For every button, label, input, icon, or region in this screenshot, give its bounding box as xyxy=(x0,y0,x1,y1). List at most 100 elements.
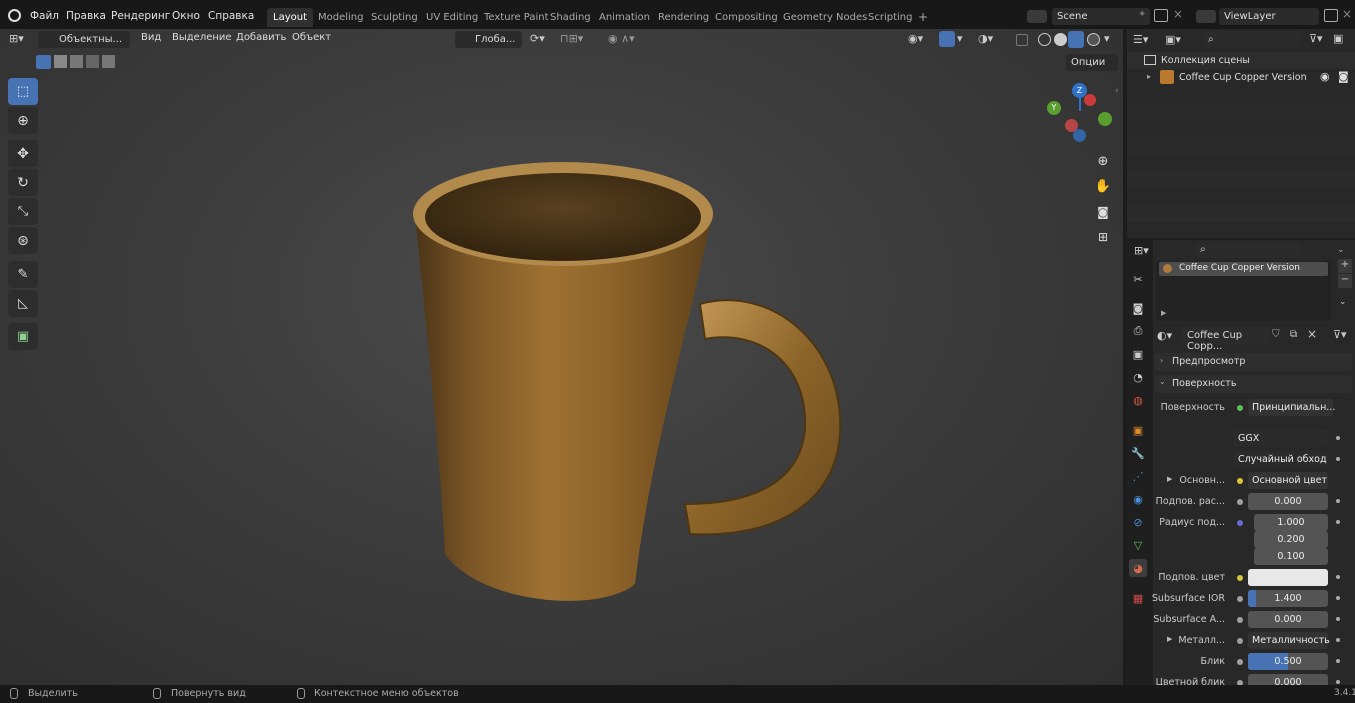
constraints-tab-icon[interactable]: ⊘ xyxy=(1129,513,1147,531)
add-cube-tool[interactable]: ▣ xyxy=(8,323,38,350)
props-options-icon[interactable]: ⌄ xyxy=(1337,245,1345,255)
output-tab-icon[interactable]: ⎙ xyxy=(1129,322,1147,340)
collection-row[interactable]: Коллекция сцены xyxy=(1127,52,1355,69)
pan-button[interactable]: ✋ xyxy=(1092,175,1114,197)
world-tab-icon[interactable]: ◍ xyxy=(1129,391,1147,409)
coffee-cup-model[interactable] xyxy=(400,154,850,609)
perspective-toggle-button[interactable]: ⊞ xyxy=(1092,226,1114,248)
duplicate-material-icon[interactable]: ⧉ xyxy=(1290,329,1297,340)
particles-tab-icon[interactable]: ⋰ xyxy=(1129,467,1147,485)
add-slot-icon[interactable]: + xyxy=(1338,259,1352,273)
shading-wireframe-icon[interactable] xyxy=(1038,33,1051,46)
add-menu[interactable]: Добавить xyxy=(236,32,286,43)
preview-panel-header[interactable]: › Предпросмотр xyxy=(1155,353,1352,371)
physics-tab-icon[interactable]: ◉ xyxy=(1129,490,1147,508)
menu-render[interactable]: Рендеринг xyxy=(111,10,170,22)
interaction-mode-dropdown[interactable]: Объектны... xyxy=(38,31,130,48)
shading-solid-icon[interactable] xyxy=(1054,33,1067,46)
base-color-link[interactable]: Основной цвет xyxy=(1248,472,1328,489)
new-collection-icon[interactable]: ▣ xyxy=(1333,32,1343,45)
gizmo-toggle-icon[interactable] xyxy=(939,31,955,47)
outliner-search[interactable]: ⌕ xyxy=(1203,31,1301,48)
new-view-layer-icon[interactable] xyxy=(1324,9,1338,22)
shading-material-icon[interactable] xyxy=(1068,31,1084,48)
subsurface-radius-anim-dot[interactable] xyxy=(1336,520,1340,524)
camera-view-button[interactable]: ◙ xyxy=(1092,201,1114,223)
menu-window[interactable]: Окно xyxy=(172,10,200,22)
tool-tab-icon[interactable]: ✂ xyxy=(1129,270,1147,288)
material-slot-list[interactable]: Coffee Cup Copper Version ▶ xyxy=(1156,261,1331,321)
specular-slider[interactable]: 0.500 xyxy=(1248,653,1328,670)
subsurface-method-dropdown[interactable]: Случайный обход xyxy=(1233,451,1328,468)
sidebar-toggle-icon[interactable]: ‹ xyxy=(1115,86,1119,96)
visibility-icon[interactable]: ◉▾ xyxy=(908,32,923,45)
distribution-anim-dot[interactable] xyxy=(1336,436,1340,440)
tab-scripting[interactable]: Scripting xyxy=(862,8,918,27)
scene-icon[interactable] xyxy=(1027,10,1047,23)
select-menu[interactable]: Выделение xyxy=(172,32,232,43)
shading-menu-icon[interactable]: ▾ xyxy=(1104,32,1110,45)
gizmo-neg-z[interactable] xyxy=(1073,129,1086,142)
transform-orientation-dropdown[interactable]: Глоба... xyxy=(455,31,522,48)
tab-shading[interactable]: Shading xyxy=(544,8,597,27)
props-editor-icon[interactable]: ⊞▾ xyxy=(1134,244,1149,257)
base-color-expand-icon[interactable]: ▶ xyxy=(1167,475,1172,483)
subsurface-method-anim-dot[interactable] xyxy=(1336,457,1340,461)
select-mode-icons[interactable] xyxy=(36,55,116,69)
view-layer-field[interactable]: ViewLayer xyxy=(1219,8,1319,25)
delete-view-layer-icon[interactable]: × xyxy=(1342,7,1352,21)
remove-slot-icon[interactable]: − xyxy=(1338,274,1352,288)
pin-icon[interactable]: ✦ xyxy=(1138,9,1146,20)
tab-modeling[interactable]: Modeling xyxy=(312,8,370,27)
tab-compositing[interactable]: Compositing xyxy=(709,8,784,27)
zoom-button[interactable]: ⊕ xyxy=(1092,150,1114,172)
specular-tint-anim-dot[interactable] xyxy=(1336,680,1340,684)
tab-layout[interactable]: Layout xyxy=(267,8,313,27)
props-search[interactable]: ⌕ xyxy=(1195,243,1301,258)
material-slot-row[interactable]: Coffee Cup Copper Version xyxy=(1159,262,1328,276)
3d-viewport[interactable]: ⊞▾ Объектны... Вид Выделение Добавить Об… xyxy=(0,29,1123,685)
eye-icon[interactable]: ◉ xyxy=(1320,70,1330,83)
pivot-icon[interactable]: ⟳▾ xyxy=(530,32,545,45)
add-workspace-button[interactable]: + xyxy=(912,6,934,25)
subsurface-anim-dot[interactable] xyxy=(1336,499,1340,503)
scale-tool[interactable]: ⤡ xyxy=(8,198,38,225)
camera-render-icon[interactable]: ◙ xyxy=(1338,70,1349,83)
render-tab-icon[interactable]: ◙ xyxy=(1129,299,1147,317)
editor-type-icon[interactable]: ⊞▾ xyxy=(9,32,33,47)
slot-expand-icon[interactable]: ▶ xyxy=(1161,309,1166,317)
object-menu[interactable]: Объект xyxy=(292,32,331,43)
data-tab-icon[interactable]: ▽ xyxy=(1129,536,1147,554)
fake-user-icon[interactable]: ⛉ xyxy=(1272,329,1280,340)
rotate-tool[interactable]: ↻ xyxy=(8,169,38,196)
annotate-tool[interactable]: ✎ xyxy=(8,261,38,288)
scene-field[interactable]: Scene xyxy=(1052,8,1150,25)
node-filter-icon[interactable]: ⊽▾ xyxy=(1333,328,1347,341)
measure-tool[interactable]: ◺ xyxy=(8,290,38,317)
navigation-gizmo[interactable]: Z Y xyxy=(1043,81,1115,143)
subsurface-radius-x-field[interactable]: 1.000 xyxy=(1254,514,1328,531)
metallic-link[interactable]: Металличность xyxy=(1248,632,1330,649)
tab-uv-editing[interactable]: UV Editing xyxy=(420,8,484,27)
subsurface-color-swatch[interactable] xyxy=(1248,569,1328,586)
delete-scene-icon[interactable]: × xyxy=(1173,7,1183,21)
filter-icon[interactable]: ⊽▾ xyxy=(1309,32,1323,45)
subsurface-aniso-anim-dot[interactable] xyxy=(1336,617,1340,621)
specular-tint-field[interactable]: 0.000 xyxy=(1248,674,1328,685)
subsurface-radius-y-field[interactable]: 0.200 xyxy=(1254,531,1328,548)
texture-tab-icon[interactable]: ▦ xyxy=(1129,589,1147,607)
subsurface-field[interactable]: 0.000 xyxy=(1248,493,1328,510)
move-tool[interactable]: ✥ xyxy=(8,140,38,167)
slot-menu-icon[interactable]: ⌄ xyxy=(1339,297,1347,307)
new-scene-icon[interactable] xyxy=(1154,9,1168,22)
menu-help[interactable]: Справка xyxy=(208,10,254,22)
tab-rendering[interactable]: Rendering xyxy=(652,8,715,27)
view-layer-tab-icon[interactable]: ▣ xyxy=(1129,345,1147,363)
surface-panel-header[interactable]: ⌄ Поверхность xyxy=(1155,375,1352,393)
shader-field[interactable]: Принципиальн... xyxy=(1248,399,1335,416)
blender-logo-icon[interactable] xyxy=(8,9,21,22)
view-menu[interactable]: Вид xyxy=(141,32,161,43)
xray-icon[interactable] xyxy=(1016,34,1028,46)
expand-arrow-icon[interactable]: ▸ xyxy=(1147,72,1151,81)
shading-rendered-icon[interactable] xyxy=(1087,33,1100,46)
